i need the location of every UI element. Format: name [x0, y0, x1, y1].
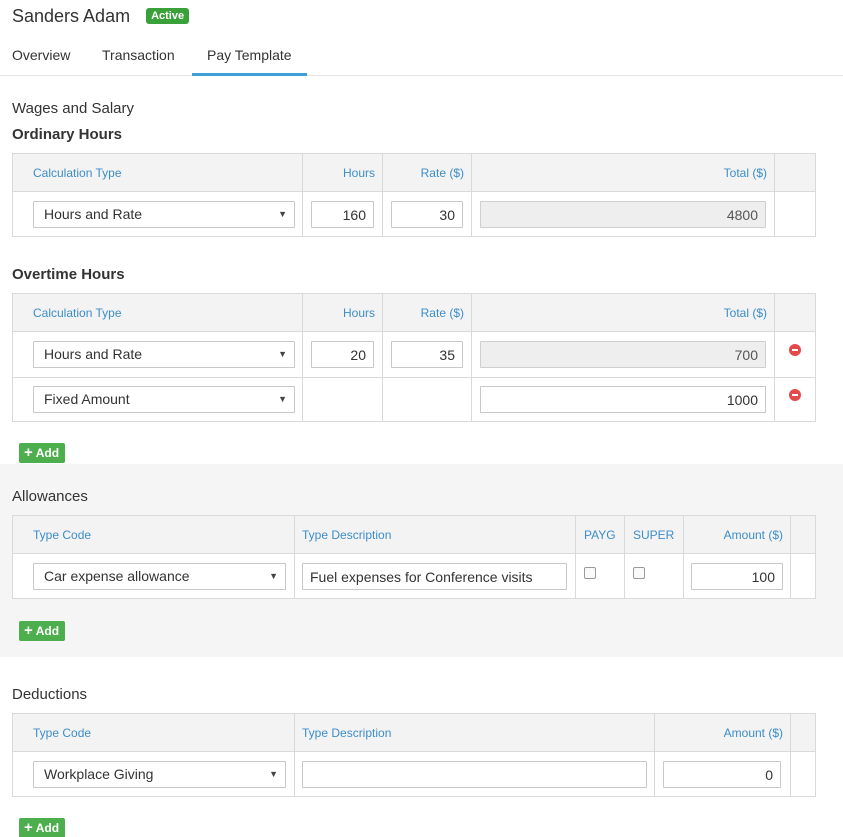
col-type-description: Type Description — [302, 528, 392, 542]
hours-input[interactable] — [311, 341, 374, 368]
rate-input[interactable] — [391, 201, 463, 228]
overtime-hours-table: Calculation Type Hours Rate ($) Total ($… — [12, 293, 816, 422]
rate-input[interactable] — [391, 341, 463, 368]
allowances-table: Type Code Type Description PAYG SUPER Am… — [12, 515, 816, 599]
select-value: Hours and Rate — [44, 346, 143, 362]
col-rate: Rate ($) — [420, 166, 464, 180]
dropdown-caret-icon: ▼ — [269, 769, 278, 779]
col-total: Total ($) — [723, 306, 767, 320]
select-value: Car expense allowance — [44, 568, 190, 584]
col-amount: Amount ($) — [723, 528, 783, 542]
super-checkbox[interactable] — [633, 567, 645, 579]
tab-bar: Overview Transaction Pay Template — [0, 35, 843, 76]
table-header: Calculation Type Hours Rate ($) Total ($… — [13, 294, 815, 332]
tab-transaction[interactable]: Transaction — [90, 35, 187, 76]
type-code-select[interactable]: Workplace Giving ▼ — [33, 761, 286, 788]
col-calculation-type: Calculation Type — [33, 166, 122, 180]
employee-name: Sanders Adam — [12, 5, 131, 26]
type-description-input[interactable] — [302, 563, 567, 590]
plus-icon: + — [24, 444, 33, 461]
remove-row-icon[interactable] — [789, 389, 801, 401]
remove-row-icon[interactable] — [789, 344, 801, 356]
col-type-code: Type Code — [33, 528, 92, 542]
add-label: Add — [35, 446, 60, 460]
col-type-description: Type Description — [302, 726, 392, 740]
add-deduction-button[interactable]: + Add — [19, 818, 66, 837]
col-amount: Amount ($) — [723, 726, 783, 740]
amount-input[interactable] — [691, 563, 783, 590]
overtime-hours-title: Overtime Hours — [12, 266, 125, 283]
col-total: Total ($) — [723, 166, 767, 180]
col-hours: Hours — [342, 306, 375, 320]
dropdown-caret-icon: ▼ — [278, 209, 287, 219]
total-field — [480, 201, 766, 228]
table-header: Calculation Type Hours Rate ($) Total ($… — [13, 154, 815, 192]
col-rate: Rate ($) — [420, 306, 464, 320]
col-hours: Hours — [342, 166, 375, 180]
deductions-table: Type Code Type Description Amount ($) Wo… — [12, 713, 816, 797]
calculation-type-select[interactable]: Fixed Amount ▼ — [33, 386, 295, 413]
payg-checkbox[interactable] — [584, 567, 596, 579]
status-badge: Active — [146, 8, 190, 24]
table-header: Type Code Type Description PAYG SUPER Am… — [13, 516, 815, 554]
add-allowance-button[interactable]: + Add — [19, 621, 66, 641]
col-calculation-type: Calculation Type — [33, 306, 122, 320]
hours-input[interactable] — [311, 201, 374, 228]
select-value: Workplace Giving — [44, 766, 154, 782]
select-value: Fixed Amount — [44, 391, 130, 407]
select-value: Hours and Rate — [44, 206, 143, 222]
ordinary-hours-table: Calculation Type Hours Rate ($) Total ($… — [12, 153, 816, 237]
amount-input[interactable] — [663, 761, 781, 788]
add-overtime-button[interactable]: + Add — [19, 443, 66, 463]
ordinary-hours-title: Ordinary Hours — [12, 126, 123, 143]
deductions-section-title: Deductions — [12, 686, 88, 703]
plus-icon: + — [24, 819, 33, 836]
type-description-input[interactable] — [302, 761, 647, 788]
type-code-select[interactable]: Car expense allowance ▼ — [33, 563, 286, 590]
col-type-code: Type Code — [33, 726, 92, 740]
dropdown-caret-icon: ▼ — [269, 571, 278, 581]
employee-header: Sanders Adam Active — [12, 5, 190, 27]
dropdown-caret-icon: ▼ — [278, 394, 287, 404]
allowances-section-title: Allowances — [12, 488, 88, 505]
add-label: Add — [35, 821, 60, 835]
wages-section-title: Wages and Salary — [12, 100, 135, 117]
dropdown-caret-icon: ▼ — [278, 349, 287, 359]
table-header: Type Code Type Description Amount ($) — [13, 714, 815, 752]
tab-overview[interactable]: Overview — [0, 35, 82, 76]
calculation-type-select[interactable]: Hours and Rate ▼ — [33, 201, 295, 228]
tab-pay-template[interactable]: Pay Template — [192, 35, 307, 76]
col-super: SUPER — [633, 528, 675, 542]
total-field — [480, 341, 766, 368]
calculation-type-select[interactable]: Hours and Rate ▼ — [33, 341, 295, 368]
total-amount-input[interactable] — [480, 386, 766, 413]
plus-icon: + — [24, 622, 33, 639]
add-label: Add — [35, 624, 60, 638]
col-payg: PAYG — [584, 528, 616, 542]
